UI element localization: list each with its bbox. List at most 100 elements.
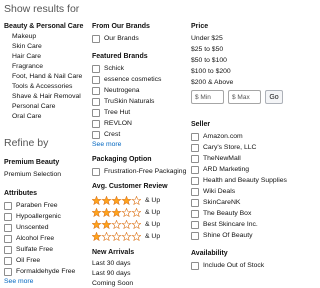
category-item-personal-care[interactable]: Personal Care bbox=[12, 102, 55, 111]
checkbox[interactable] bbox=[92, 119, 100, 128]
seller-ard-marketing[interactable]: ARD Marketing bbox=[191, 165, 249, 174]
star-empty-icon bbox=[131, 195, 141, 205]
attribute-sulfate-free[interactable]: Sulfate Free bbox=[4, 245, 53, 254]
checkbox[interactable] bbox=[92, 86, 100, 95]
star-empty-icon bbox=[131, 231, 141, 241]
seller-beauty-box[interactable]: The Beauty Box bbox=[191, 209, 251, 218]
brand-crest[interactable]: Crest bbox=[92, 130, 120, 139]
checkbox-label: Alcohol Free bbox=[16, 235, 55, 242]
checkbox[interactable] bbox=[191, 132, 199, 141]
checkbox-label: Cary's Store, LLC bbox=[203, 144, 257, 151]
price-go-button[interactable]: Go bbox=[265, 90, 283, 104]
attribute-paraben-free[interactable]: Paraben Free bbox=[4, 201, 58, 210]
category-item-tools[interactable]: Tools & Accessories bbox=[12, 82, 72, 91]
checkbox[interactable] bbox=[191, 154, 199, 163]
star-filled-icon bbox=[101, 195, 112, 205]
seller-wiki-deals[interactable]: Wiki Deals bbox=[191, 187, 235, 196]
seller-health-beauty[interactable]: Health and Beauty Supplies bbox=[191, 176, 287, 185]
checkbox[interactable] bbox=[4, 234, 12, 243]
price-100-200[interactable]: $100 to $200 bbox=[191, 67, 231, 76]
price-50-100[interactable]: $50 to $100 bbox=[191, 56, 227, 65]
review-up-label: & Up bbox=[145, 196, 161, 204]
checkbox[interactable] bbox=[191, 261, 199, 270]
checkbox[interactable] bbox=[191, 165, 199, 174]
review-row-3[interactable]: & Up bbox=[92, 207, 160, 217]
review-row-4[interactable]: & Up bbox=[92, 195, 160, 205]
category-item-makeup[interactable]: Makeup bbox=[12, 32, 36, 41]
review-title: Avg. Customer Review bbox=[92, 183, 168, 190]
star-filled-icon bbox=[92, 195, 102, 205]
checkbox[interactable] bbox=[191, 231, 199, 240]
price-200-above[interactable]: $200 & Above bbox=[191, 78, 233, 87]
checkbox[interactable] bbox=[92, 75, 100, 84]
brand-essence[interactable]: essence cosmetics bbox=[92, 75, 161, 84]
checkbox[interactable] bbox=[92, 108, 100, 117]
stars-icon bbox=[92, 195, 141, 205]
checkbox-label: TruSkin Naturals bbox=[104, 98, 155, 105]
checkbox[interactable] bbox=[191, 220, 199, 229]
attribute-formaldehyde-free[interactable]: Formaldehyde Free bbox=[4, 267, 75, 276]
brand-tree-hut[interactable]: Tree Hut bbox=[92, 108, 130, 117]
new-arrivals-30-days[interactable]: Last 30 days bbox=[92, 259, 131, 268]
checkbox[interactable] bbox=[92, 130, 100, 139]
brand-revlon[interactable]: REVLON bbox=[92, 119, 132, 128]
attribute-oil-free[interactable]: Oil Free bbox=[4, 256, 40, 265]
seller-shine-of-beauty[interactable]: Shine Of Beauty bbox=[191, 231, 253, 240]
star-filled-icon bbox=[111, 195, 122, 205]
checkbox[interactable] bbox=[4, 212, 12, 221]
price-under-25[interactable]: Under $25 bbox=[191, 34, 223, 43]
category-item-hair-care[interactable]: Hair Care bbox=[12, 52, 41, 61]
checkbox[interactable] bbox=[92, 97, 100, 106]
brand-schick[interactable]: Schick bbox=[92, 64, 124, 73]
checkbox[interactable] bbox=[4, 201, 12, 210]
attribute-unscented[interactable]: Unscented bbox=[4, 223, 49, 232]
checkbox[interactable] bbox=[191, 187, 199, 196]
attribute-hypoallergenic[interactable]: Hypoallergenic bbox=[4, 212, 61, 221]
new-arrivals-90-days[interactable]: Last 90 days bbox=[92, 269, 131, 278]
seller-skincarenk[interactable]: SkinCareNK bbox=[191, 198, 240, 207]
checkbox[interactable] bbox=[4, 223, 12, 232]
brand-truskin[interactable]: TruSkin Naturals bbox=[92, 97, 154, 106]
our-brands-option[interactable]: Our Brands bbox=[92, 34, 139, 43]
star-filled-icon bbox=[101, 219, 112, 229]
category-item-skin-care[interactable]: Skin Care bbox=[12, 42, 42, 51]
checkbox[interactable] bbox=[191, 209, 199, 218]
new-arrivals-coming-soon[interactable]: Coming Soon bbox=[92, 279, 133, 288]
attributes-see-more-link[interactable]: See more bbox=[4, 278, 33, 285]
premium-selection-link[interactable]: Premium Selection bbox=[4, 170, 61, 179]
seller-best-skincare[interactable]: Best Skincare Inc. bbox=[191, 220, 258, 229]
checkbox[interactable] bbox=[4, 245, 12, 254]
seller-carys-store[interactable]: Cary's Store, LLC bbox=[191, 143, 256, 152]
checkbox[interactable] bbox=[4, 256, 12, 265]
category-item-oral-care[interactable]: Oral Care bbox=[12, 112, 41, 121]
review-up-label: & Up bbox=[145, 208, 161, 216]
checkbox[interactable] bbox=[92, 167, 100, 176]
seller-thenewmall[interactable]: TheNewMall bbox=[191, 154, 241, 163]
review-row-2[interactable]: & Up bbox=[92, 219, 160, 229]
brands-see-more-link[interactable]: See more bbox=[92, 141, 121, 148]
packaging-frustration-free[interactable]: Frustration-Free Packaging bbox=[92, 167, 186, 176]
checkbox[interactable] bbox=[191, 143, 199, 152]
star-empty-icon bbox=[111, 231, 122, 241]
checkbox[interactable] bbox=[92, 64, 100, 73]
category-item-shave[interactable]: Shave & Hair Removal bbox=[12, 92, 81, 101]
review-row-1[interactable]: & Up bbox=[92, 231, 160, 241]
checkbox[interactable] bbox=[191, 198, 199, 207]
price-max-input[interactable]: $ Max bbox=[228, 90, 261, 104]
category-item-foot-hand-nail[interactable]: Foot, Hand & Nail Care bbox=[12, 72, 82, 81]
checkbox[interactable] bbox=[191, 176, 199, 185]
attribute-alcohol-free[interactable]: Alcohol Free bbox=[4, 234, 54, 243]
price-25-50[interactable]: $25 to $50 bbox=[191, 45, 223, 54]
category-item-fragrance[interactable]: Fragrance bbox=[12, 62, 43, 71]
price-min-input[interactable]: $ Min bbox=[191, 90, 224, 104]
checkbox[interactable] bbox=[4, 267, 12, 276]
review-up-label: & Up bbox=[145, 232, 161, 240]
seller-amazon[interactable]: Amazon.com bbox=[191, 132, 243, 141]
category-title[interactable]: Beauty & Personal Care bbox=[4, 23, 83, 30]
checkbox[interactable] bbox=[92, 34, 100, 43]
checkbox-label: Paraben Free bbox=[16, 202, 58, 209]
brand-neutrogena[interactable]: Neutrogena bbox=[92, 86, 140, 95]
availability-out-of-stock[interactable]: Include Out of Stock bbox=[191, 261, 264, 270]
checkbox-label: Oil Free bbox=[16, 257, 41, 264]
show-results-heading: Show results for bbox=[4, 3, 80, 15]
